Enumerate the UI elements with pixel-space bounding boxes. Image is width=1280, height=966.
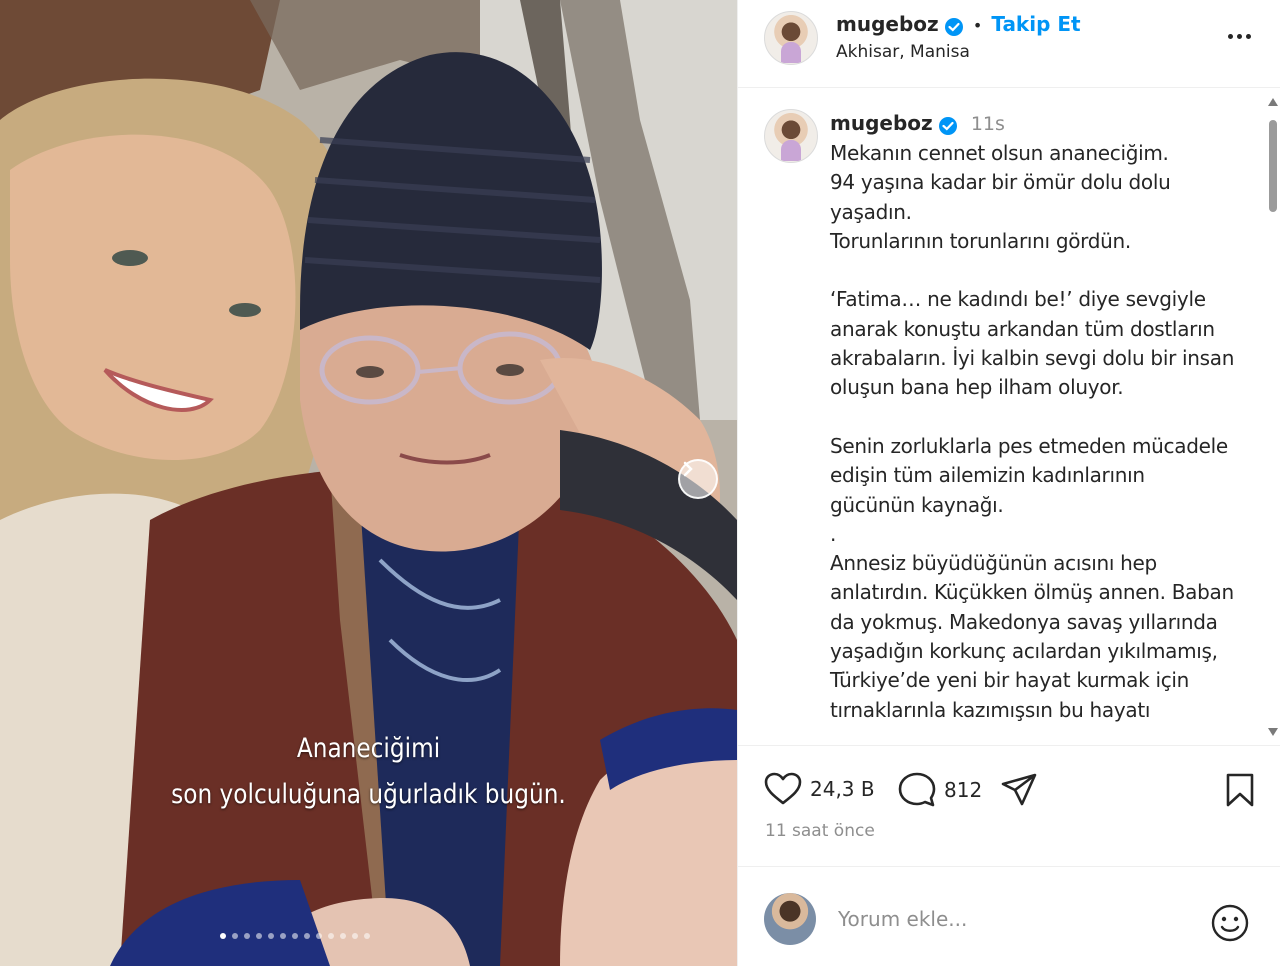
more-horizontal-icon: [1246, 34, 1251, 39]
more-horizontal-icon: [1228, 34, 1233, 39]
likes-count[interactable]: 24,3 B: [810, 777, 875, 801]
like-group: 24,3 B: [764, 772, 875, 806]
comment-group: 812: [898, 772, 982, 808]
slide-dot: [304, 933, 310, 939]
header-title-row: mugeboz • Takip Et: [836, 12, 1081, 37]
photo-caption-line1: Ananeciğimi: [296, 733, 441, 764]
photo-caption: Ananeciğimi son yolculuğuna uğurladık bu…: [52, 726, 686, 818]
caption-avatar[interactable]: [764, 109, 818, 163]
avatar[interactable]: [764, 11, 818, 65]
next-slide-button[interactable]: [678, 459, 718, 499]
slide-dot: [292, 933, 298, 939]
bookmark-icon[interactable]: [1224, 772, 1256, 808]
slide-dot: [256, 933, 262, 939]
add-comment-bar: Yorum ekle...: [738, 866, 1280, 966]
slide-dot: [316, 933, 322, 939]
more-horizontal-icon: [1237, 34, 1242, 39]
caption-header: mugeboz 11s: [830, 111, 1005, 136]
photo-illustration: [0, 0, 737, 966]
caption-area[interactable]: mugeboz 11s Mekanın cennet olsun ananeci…: [738, 89, 1280, 744]
slide-dot: [352, 933, 358, 939]
slide-dot: [328, 933, 334, 939]
post-actions: 24,3 B 812 11 saat önce: [738, 745, 1280, 865]
comments-count[interactable]: 812: [944, 778, 982, 802]
slide-dot: [364, 933, 370, 939]
slide-dot: [232, 933, 238, 939]
post-header: mugeboz • Takip Et Akhisar, Manisa: [738, 0, 1280, 88]
heart-icon[interactable]: [764, 772, 802, 806]
caption-time: 11s: [970, 113, 1005, 135]
slide-dot: [340, 933, 346, 939]
post-time: 11 saat önce: [765, 821, 875, 841]
chevron-right-icon: [683, 461, 693, 477]
share-icon[interactable]: [1000, 772, 1038, 808]
header-location[interactable]: Akhisar, Manisa: [836, 42, 970, 62]
more-options-button[interactable]: [1228, 34, 1251, 39]
caption-username[interactable]: mugeboz: [830, 111, 933, 135]
verified-badge-icon: [938, 116, 957, 135]
post-photo[interactable]: Ananeciğimi son yolculuğuna uğurladık bu…: [0, 0, 737, 966]
post-side-panel: mugeboz • Takip Et Akhisar, Manisa mugeb…: [737, 0, 1280, 966]
photo-caption-line2: son yolculuğuna uğurladık bugün.: [171, 779, 566, 810]
slide-dot: [220, 933, 226, 939]
verified-badge-icon: [944, 17, 963, 36]
current-user-avatar: [764, 893, 816, 945]
slide-indicator: [220, 933, 370, 939]
header-username[interactable]: mugeboz: [836, 12, 939, 36]
comment-icon[interactable]: [898, 772, 936, 808]
follow-button[interactable]: Takip Et: [991, 12, 1080, 36]
slide-dot: [268, 933, 274, 939]
scroll-up-arrow[interactable]: [1268, 98, 1278, 106]
caption-text: Mekanın cennet olsun ananeciğim. 94 yaşı…: [830, 141, 1235, 722]
emoji-icon[interactable]: [1210, 903, 1250, 943]
slide-dot: [244, 933, 250, 939]
slide-dot: [280, 933, 286, 939]
scroll-down-arrow[interactable]: [1268, 728, 1278, 736]
comment-input[interactable]: Yorum ekle...: [838, 907, 967, 931]
header-separator: •: [972, 16, 983, 35]
scrollbar-thumb[interactable]: [1269, 120, 1277, 212]
